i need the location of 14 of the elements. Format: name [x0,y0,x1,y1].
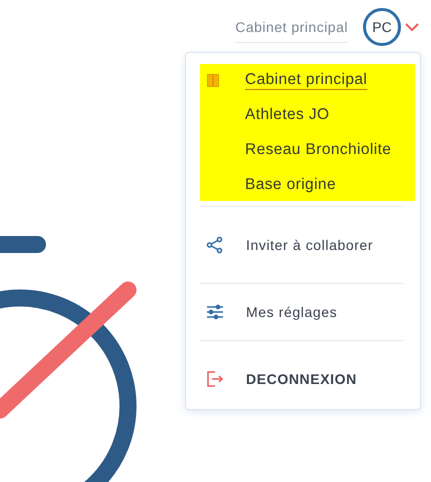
menu-item[interactable]: Mes réglages [200,284,406,340]
menu-item[interactable]: DECONNEXION [200,341,406,417]
logout-icon [206,370,224,388]
notebook-icon [207,74,219,86]
sliders-icon [206,304,224,320]
workspace-name: Cabinet principal [235,17,348,43]
workspace-item[interactable]: Athletes JO [200,103,415,127]
share-icon [206,236,224,254]
menu-item[interactable]: Inviter à collaborer [200,207,406,283]
workspace-item[interactable]: Cabinet principal [200,68,415,92]
workspace-item[interactable]: Reseau Bronchiolite [200,138,415,162]
workspace-item[interactable]: Base origine [200,173,415,197]
avatar[interactable]: PC [363,8,401,46]
chevron-down-icon[interactable] [405,22,419,32]
